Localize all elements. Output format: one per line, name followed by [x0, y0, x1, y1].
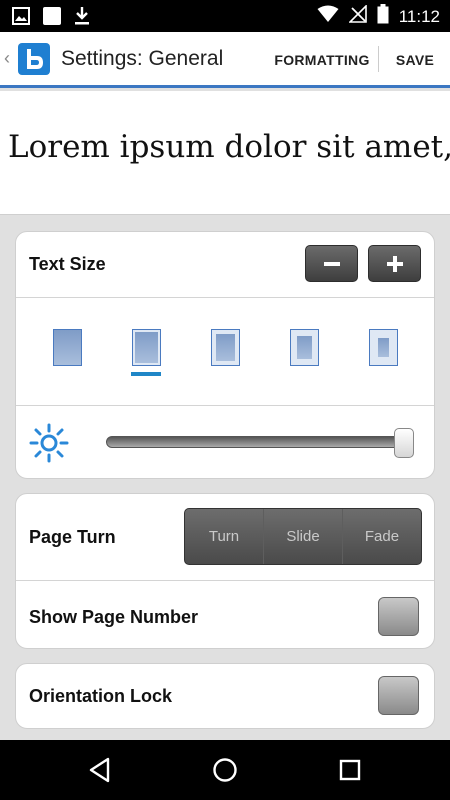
formatting-button[interactable]: FORMATTING	[270, 32, 374, 88]
show-page-number-checkbox[interactable]	[378, 597, 419, 636]
show-page-number-label: Show Page Number	[29, 607, 199, 627]
battery-icon	[377, 4, 389, 29]
minus-icon	[323, 261, 340, 266]
text-size-label: Text Size	[29, 254, 106, 274]
wifi-icon	[317, 5, 339, 28]
text-settings-card: Text Size	[15, 231, 435, 479]
app-logo[interactable]	[18, 43, 50, 75]
preview-text: Lorem ipsum dolor sit amet,	[8, 129, 450, 165]
square-notification-icon	[42, 6, 62, 31]
text-size-option-2[interactable]	[132, 329, 161, 366]
page-size-icon	[369, 329, 398, 366]
divider	[16, 405, 434, 406]
page-turn-segmented-control: Turn Slide Fade	[184, 508, 422, 565]
page-title: Settings: General	[61, 47, 224, 70]
page-size-icon	[132, 329, 161, 366]
page-size-icon	[211, 329, 240, 366]
text-size-option-4[interactable]	[290, 329, 319, 366]
orientation-lock-checkbox[interactable]	[378, 676, 419, 715]
text-size-option-1[interactable]	[53, 329, 82, 366]
recents-icon[interactable]	[335, 755, 365, 785]
save-button[interactable]: SAVE	[380, 32, 450, 88]
text-size-option-5[interactable]	[369, 329, 398, 366]
clock: 11:12	[398, 6, 440, 26]
brightness-slider-thumb[interactable]	[394, 428, 414, 458]
download-icon	[74, 6, 90, 31]
selected-size-indicator	[131, 372, 161, 376]
back-icon[interactable]	[85, 755, 115, 785]
orientation-card: Orientation Lock	[15, 663, 435, 729]
orientation-lock-label: Orientation Lock	[29, 686, 173, 706]
navigation-bar	[0, 740, 450, 800]
page-size-icon	[53, 329, 82, 366]
divider	[16, 580, 434, 581]
text-size-option-3[interactable]	[211, 329, 240, 366]
brightness-icon	[29, 423, 69, 468]
text-preview: Lorem ipsum dolor sit amet,	[0, 91, 450, 215]
home-icon[interactable]	[210, 755, 240, 785]
page-turn-label: Page Turn	[29, 527, 116, 547]
page-turn-option-turn[interactable]: Turn	[185, 509, 264, 564]
app-bar-divider	[378, 46, 379, 72]
plus-icon	[386, 255, 403, 272]
no-signal-icon	[347, 4, 367, 28]
page-turn-option-slide[interactable]: Slide	[264, 509, 343, 564]
page-size-icon	[290, 329, 319, 366]
image-notification-icon	[12, 7, 30, 30]
page-settings-card: Page Turn Turn Slide Fade Show Page Numb…	[15, 493, 435, 649]
back-chevron-icon[interactable]: ‹	[4, 48, 10, 69]
text-size-row: Text Size	[16, 232, 434, 297]
app-bar: ‹ Settings: General FORMATTING SAVE	[0, 32, 450, 88]
brightness-slider-track[interactable]	[106, 436, 413, 448]
decrease-text-size-button[interactable]	[305, 245, 358, 282]
logo-b-icon	[27, 49, 43, 69]
increase-text-size-button[interactable]	[368, 245, 421, 282]
status-bar: 11:12	[0, 0, 450, 32]
page-turn-option-fade[interactable]: Fade	[343, 509, 421, 564]
